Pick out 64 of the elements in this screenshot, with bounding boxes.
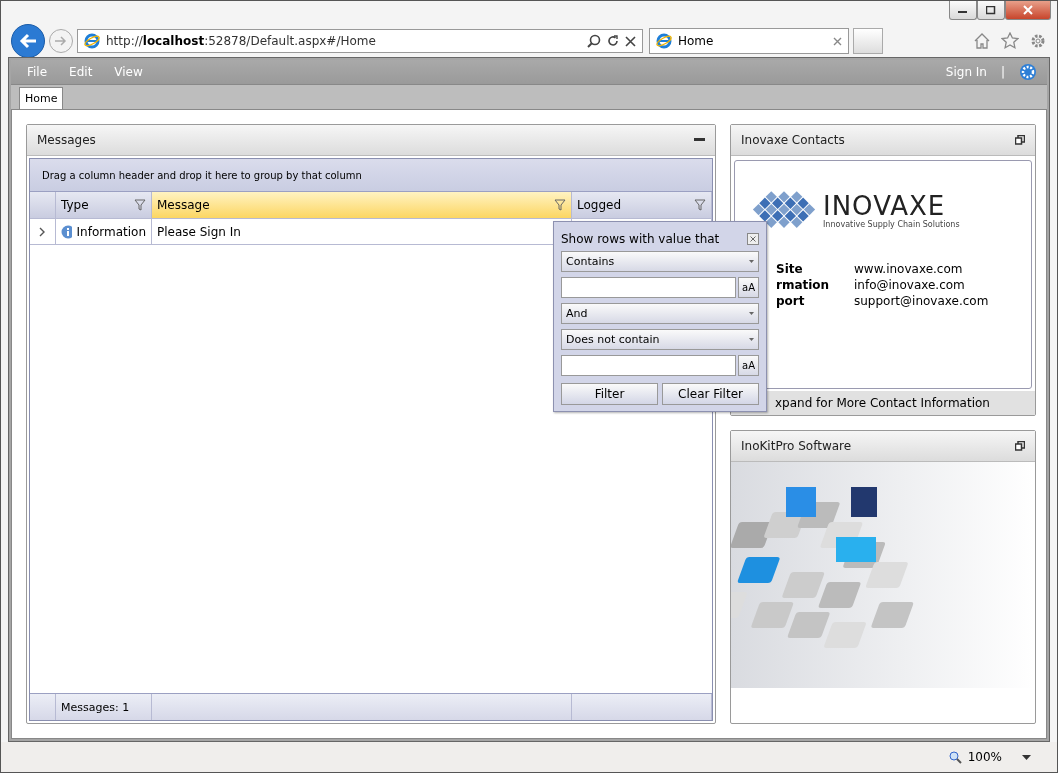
caret-icon	[749, 338, 754, 341]
info-icon	[61, 224, 72, 239]
column-header[interactable]: Logged	[572, 192, 712, 218]
case-sensitive-button[interactable]: aA	[738, 355, 759, 376]
back-button[interactable]	[11, 24, 45, 58]
contact-value: support@inovaxe.com	[854, 292, 990, 309]
filter-icon[interactable]	[134, 199, 146, 211]
filter-value-field[interactable]	[561, 355, 736, 376]
clear-filter-button[interactable]: Clear Filter	[662, 383, 759, 405]
contact-label: rmation	[776, 276, 831, 293]
menu-separator: |	[1000, 65, 1005, 79]
url-text: http://localhost:52878/Default.aspx#/Home	[106, 34, 377, 48]
page-tab[interactable]: Home	[19, 87, 64, 109]
expand-link[interactable]: xpand for More Contact Information	[775, 396, 990, 411]
zoom-level[interactable]: 100%	[967, 750, 1002, 764]
column-header[interactable]: Type	[56, 192, 152, 218]
settings-icon[interactable]	[1029, 32, 1047, 50]
home-icon[interactable]	[973, 32, 991, 50]
contact-label: port	[776, 292, 806, 309]
column-header[interactable]: Message	[152, 192, 572, 218]
forward-button[interactable]	[49, 29, 73, 53]
close-icon[interactable]	[833, 36, 842, 46]
dropdown-caret-icon[interactable]	[1022, 754, 1031, 760]
star-icon[interactable]	[1001, 32, 1019, 50]
filter-icon[interactable]	[554, 199, 566, 211]
zoom-icon	[948, 750, 962, 764]
settings-icon[interactable]	[1019, 63, 1037, 81]
operator-dropdown[interactable]: Does not contain	[561, 329, 759, 350]
caret-icon	[749, 312, 754, 315]
filter-value-field[interactable]	[561, 277, 736, 298]
stop-icon[interactable]	[625, 35, 636, 47]
logo-wordmark: INOVAXE	[823, 192, 946, 221]
filter-icon[interactable]	[694, 199, 706, 211]
operator-dropdown[interactable]: And	[561, 303, 759, 324]
new-tab-button[interactable]	[853, 28, 883, 54]
chevron-icon	[39, 226, 46, 237]
popup-title: Show rows with value that	[561, 232, 720, 246]
operator-dropdown[interactable]: Contains	[561, 251, 759, 272]
group-panel: Drag a column header and drop it here to group by that column	[30, 159, 712, 192]
contact-label: Site	[776, 260, 804, 277]
logo-tagline: Innovative Supply Chain Solutions	[823, 220, 960, 230]
forward-arrow-icon	[55, 36, 67, 46]
restore-icon[interactable]	[1015, 441, 1025, 451]
browser-logo-icon	[656, 33, 672, 49]
caret-icon	[749, 260, 754, 263]
panel-title: InoKitPro Software	[741, 439, 852, 453]
browser-logo-icon	[84, 33, 100, 49]
minimize-icon[interactable]	[694, 138, 705, 142]
address-bar[interactable]: http://localhost:52878/Default.aspx#/Home	[77, 29, 643, 53]
filter-button[interactable]: Filter	[561, 383, 658, 405]
contact-value: info@inovaxe.com	[854, 276, 966, 293]
grid-footer-count: Messages: 1	[56, 694, 152, 720]
restore-icon[interactable]	[1015, 134, 1025, 145]
back-arrow-icon	[19, 33, 37, 49]
contact-value: www.inovaxe.com	[854, 260, 964, 277]
browser-tab[interactable]: Home	[649, 28, 849, 54]
panel-title: Messages	[37, 133, 96, 147]
panel-title: Inovaxe Contacts	[741, 132, 845, 147]
refresh-icon[interactable]	[607, 35, 619, 47]
table-cell: Information	[56, 219, 152, 244]
case-sensitive-button[interactable]: aA	[738, 277, 759, 298]
maximize-icon[interactable]	[986, 5, 996, 15]
search-icon[interactable]	[587, 34, 601, 48]
close-icon[interactable]	[747, 233, 759, 245]
